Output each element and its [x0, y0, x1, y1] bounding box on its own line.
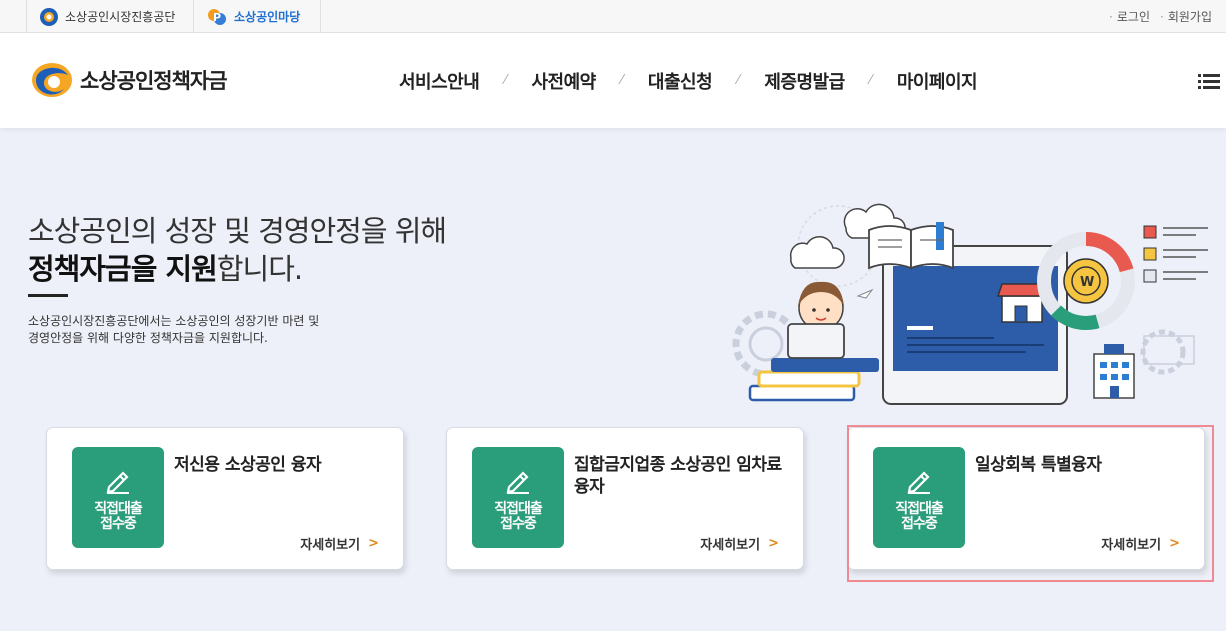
chevron-right-icon: >: [768, 536, 779, 551]
pencil-icon: [106, 471, 129, 494]
sbiz-logo-icon: P: [208, 8, 226, 25]
brand-name: 소상공인정책자금: [80, 69, 228, 93]
badge-line2: 접수중: [100, 516, 137, 532]
semas-logo-icon: [40, 7, 58, 26]
hero-desc-line2: 경영안정을 위해 다양한 정책자금을 지원합니다.: [28, 331, 268, 345]
nav-service-info[interactable]: 서비스안내: [384, 68, 494, 94]
signup-link[interactable]: 회원가입: [1160, 8, 1212, 25]
hamburger-menu-icon[interactable]: [1198, 74, 1220, 90]
semas-site-link[interactable]: 소상공인시장진흥공단: [26, 0, 194, 33]
pencil-icon: [506, 471, 529, 494]
main-navigation: 서비스안내 ⁄ 사전예약 ⁄ 대출신청 ⁄ 제증명발급 ⁄ 마이페이지: [384, 33, 992, 128]
svg-text:W: W: [1080, 275, 1094, 290]
nav-separator: ⁄: [737, 73, 740, 88]
status-badge: 직접대출 접수중: [72, 447, 164, 548]
status-badge-text: 직접대출 접수중: [72, 502, 164, 532]
nav-pre-reservation[interactable]: 사전예약: [516, 68, 610, 94]
hero-title: 소상공인의 성장 및 경영안정을 위해 정책자금을 지원합니다.: [28, 212, 447, 288]
hero-divider: [28, 294, 68, 297]
nav-mypage[interactable]: 마이페이지: [882, 68, 992, 94]
hero-title-line1: 소상공인의 성장 및 경영안정을 위해: [28, 214, 447, 248]
nav-certificate-issue[interactable]: 제증명발급: [749, 68, 859, 94]
sbiz-site-label: 소상공인마당: [234, 10, 301, 24]
badge-line1: 직접대출: [94, 501, 143, 517]
main-header: 소상공인정책자금 서비스안내 ⁄ 사전예약 ⁄ 대출신청 ⁄ 제증명발급 ⁄ 마…: [0, 33, 1226, 128]
loan-card-low-credit[interactable]: 직접대출 접수중 저신용 소상공인 융자 자세히보기 >: [46, 427, 404, 570]
view-details-label: 자세히보기: [700, 538, 761, 553]
badge-line1: 직접대출: [494, 501, 543, 517]
login-link[interactable]: 로그인: [1109, 8, 1150, 25]
nav-separator: ⁄: [620, 73, 623, 88]
badge-line2: 접수중: [500, 516, 537, 532]
svg-text:P: P: [213, 11, 221, 24]
loan-card-rent-support[interactable]: 직접대출 접수중 집합금지업종 소상공인 임차료융자 자세히보기 >: [446, 427, 804, 570]
view-details-link[interactable]: 자세히보기 >: [700, 534, 779, 553]
semas-site-label: 소상공인시장진흥공단: [65, 10, 176, 24]
brand-logo-link[interactable]: 소상공인정책자금: [30, 61, 228, 99]
hero-illustration: W: [732, 203, 1208, 405]
top-utility-bar: 소상공인시장진흥공단 P 소상공인마당 로그인 회원가입: [0, 0, 1226, 33]
hero-title-tail: 합니다.: [216, 252, 303, 286]
nav-separator: ⁄: [504, 73, 507, 88]
sbiz-site-link[interactable]: P 소상공인마당: [194, 0, 321, 33]
hero-desc-line1: 소상공인시장진흥공단에서는 소상공인의 성장기반 마련 및: [28, 314, 320, 328]
status-badge: 직접대출 접수중: [472, 447, 564, 548]
status-badge-text: 직접대출 접수중: [472, 502, 564, 532]
util-links: 로그인 회원가입: [1109, 0, 1212, 33]
selection-highlight: [847, 425, 1214, 582]
chevron-right-icon: >: [368, 536, 379, 551]
nav-separator: ⁄: [869, 73, 872, 88]
brand-logo-icon: [32, 63, 72, 97]
view-details-label: 자세히보기: [300, 538, 361, 553]
nav-loan-application[interactable]: 대출신청: [633, 68, 727, 94]
card-title: 저신용 소상공인 융자: [174, 455, 322, 475]
hero-description: 소상공인시장진흥공단에서는 소상공인의 성장기반 마련 및 경영안정을 위해 다…: [28, 313, 368, 347]
hero-title-bold: 정책자금을 지원: [28, 252, 218, 286]
card-title: 집합금지업종 소상공인 임차료융자: [574, 455, 782, 497]
view-details-link[interactable]: 자세히보기 >: [300, 534, 379, 553]
